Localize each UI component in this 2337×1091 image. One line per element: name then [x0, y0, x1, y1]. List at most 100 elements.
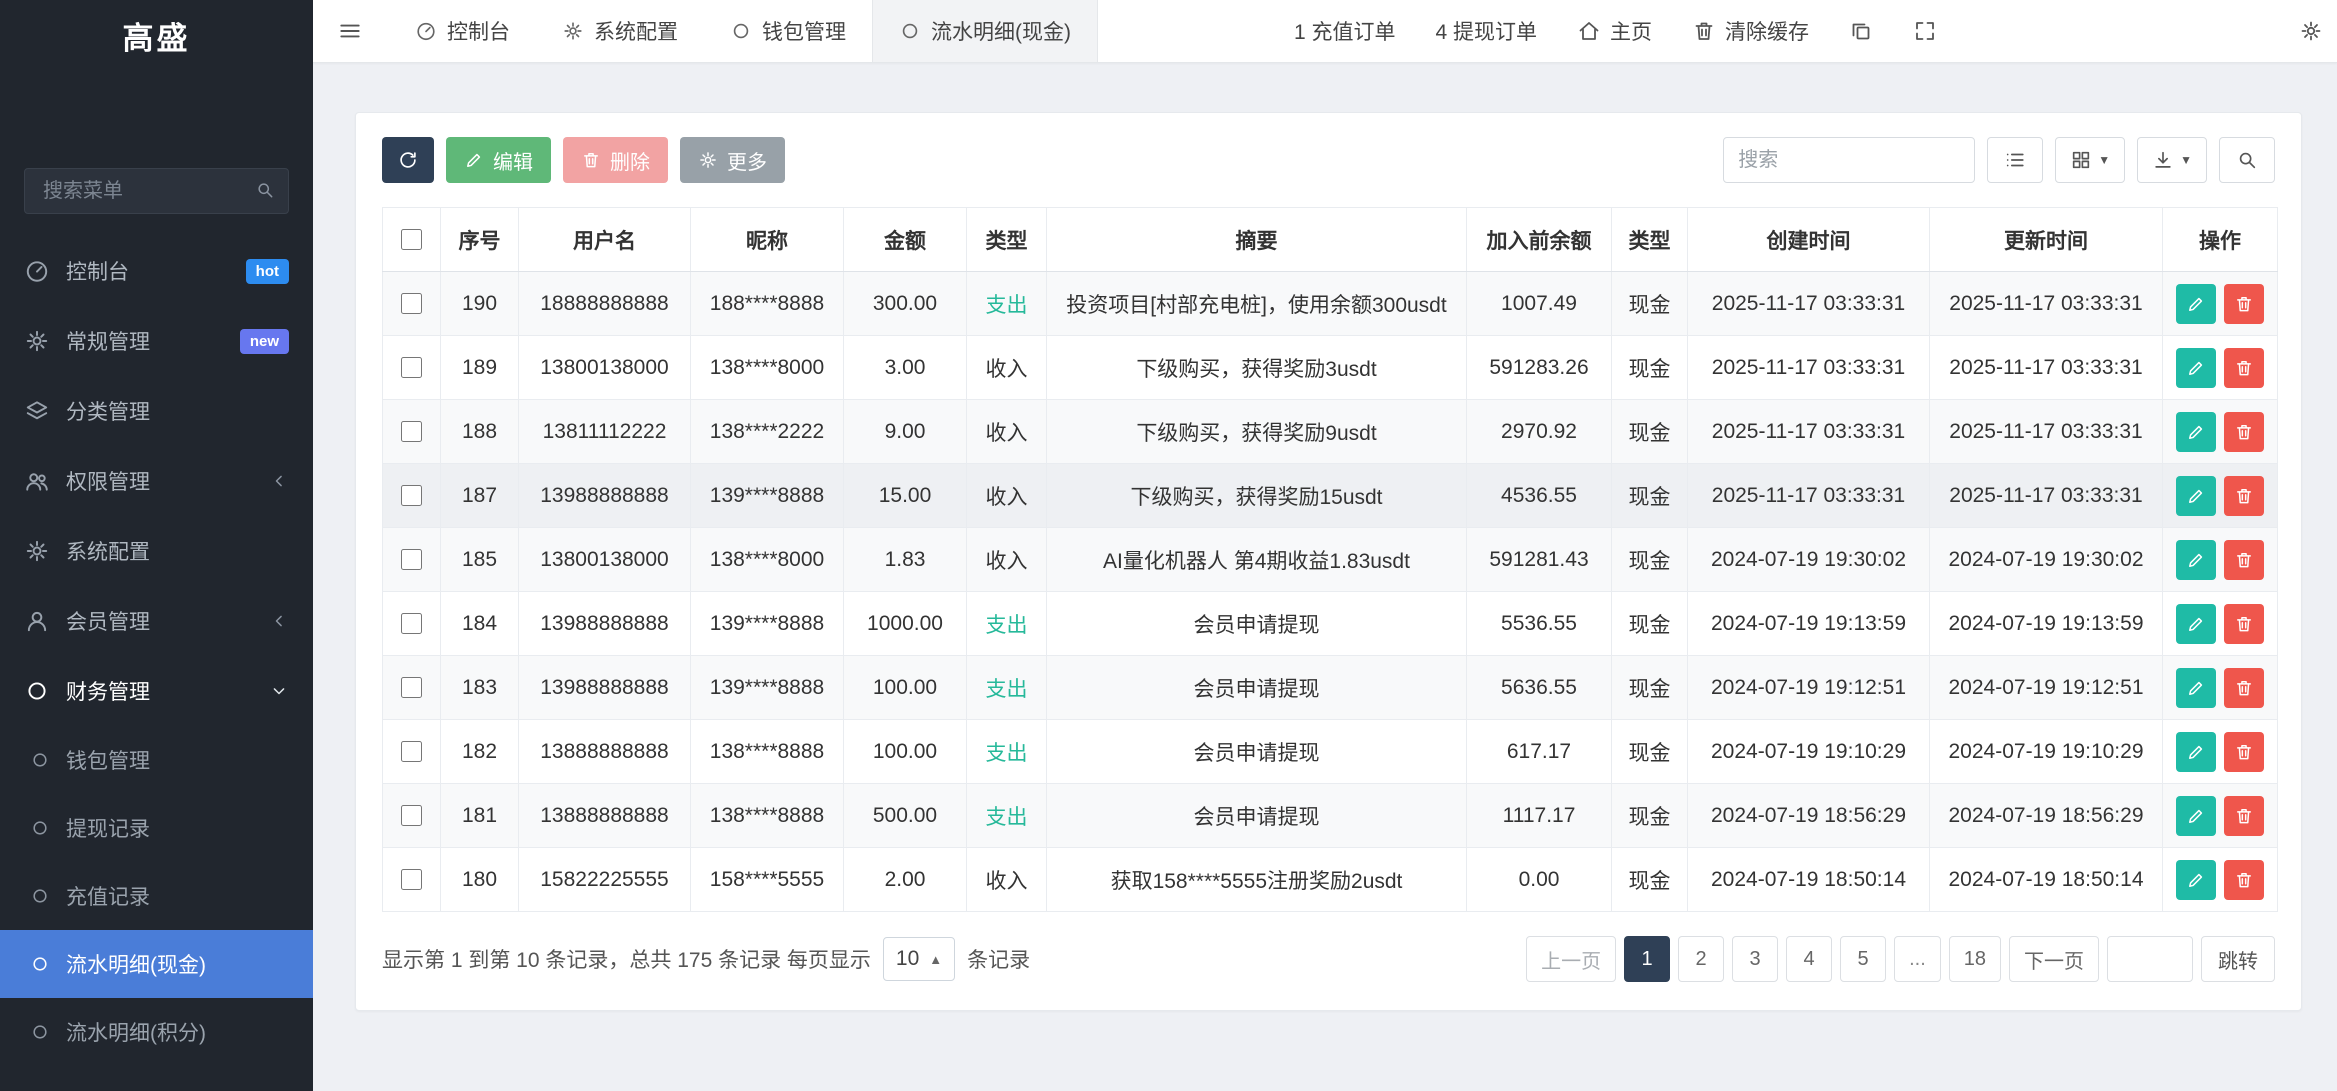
row-delete-button[interactable]	[2224, 860, 2264, 900]
row-edit-button[interactable]	[2176, 412, 2216, 452]
column-header-10[interactable]: 操作	[2163, 208, 2278, 272]
withdraw-orders-button[interactable]: 4 提现订单	[1435, 16, 1537, 46]
table-row-189[interactable]: 18913800138000138****80003.00收入下级购买，获得奖励…	[383, 336, 2278, 400]
prev-page-button[interactable]: 上一页	[1526, 936, 1616, 982]
page-button-4[interactable]: 4	[1786, 936, 1832, 982]
column-header-4[interactable]: 类型	[967, 208, 1047, 272]
sidebar-item-6[interactable]: 财务管理	[0, 656, 313, 726]
row-delete-button[interactable]	[2224, 540, 2264, 580]
sidebar-subitem-2[interactable]: 充值记录	[0, 862, 313, 930]
table-row-188[interactable]: 18813811112222138****22229.00收入下级购买，获得奖励…	[383, 400, 2278, 464]
sidebar-subitem-1[interactable]: 提现记录	[0, 794, 313, 862]
delete-button[interactable]: 删除	[563, 137, 668, 183]
recharge-orders-button[interactable]: 1 充值订单	[1294, 16, 1396, 46]
cell-amount: 15.00	[844, 464, 967, 528]
row-edit-button[interactable]	[2176, 476, 2216, 516]
row-edit-button[interactable]	[2176, 732, 2216, 772]
table-row-182[interactable]: 18213888888888138****8888100.00支出会员申请提现6…	[383, 720, 2278, 784]
row-checkbox[interactable]	[401, 485, 422, 506]
page-button-1[interactable]: 1	[1624, 936, 1670, 982]
column-header-5[interactable]: 摘要	[1047, 208, 1467, 272]
column-header-0[interactable]: 序号	[441, 208, 519, 272]
sidebar-item-3[interactable]: 权限管理	[0, 446, 313, 516]
row-edit-button[interactable]	[2176, 540, 2216, 580]
page-button-5[interactable]: 5	[1840, 936, 1886, 982]
row-edit-button[interactable]	[2176, 604, 2216, 644]
select-all-checkbox[interactable]	[401, 229, 422, 250]
page-button-3[interactable]: 3	[1732, 936, 1778, 982]
column-header-1[interactable]: 用户名	[519, 208, 691, 272]
page-button-2[interactable]: 2	[1678, 936, 1724, 982]
row-edit-button[interactable]	[2176, 668, 2216, 708]
search-button[interactable]	[2219, 137, 2275, 183]
row-checkbox[interactable]	[401, 357, 422, 378]
edit-button[interactable]: 编辑	[446, 137, 551, 183]
row-delete-button[interactable]	[2224, 668, 2264, 708]
column-header-6[interactable]: 加入前余额	[1467, 208, 1612, 272]
sidebar-item-0[interactable]: 控制台hot	[0, 236, 313, 306]
column-header-7[interactable]: 类型	[1612, 208, 1688, 272]
row-delete-button[interactable]	[2224, 732, 2264, 772]
sidebar-item-1[interactable]: 常规管理new	[0, 306, 313, 376]
column-header-3[interactable]: 金额	[844, 208, 967, 272]
home-button[interactable]: 主页	[1577, 16, 1652, 46]
table-row-187[interactable]: 18713988888888139****888815.00收入下级购买，获得奖…	[383, 464, 2278, 528]
table-search-input[interactable]	[1723, 137, 1975, 183]
row-edit-button[interactable]	[2176, 860, 2216, 900]
row-delete-button[interactable]	[2224, 348, 2264, 388]
column-header-8[interactable]: 创建时间	[1688, 208, 1930, 272]
row-checkbox[interactable]	[401, 869, 422, 890]
table-row-181[interactable]: 18113888888888138****8888500.00支出会员申请提现1…	[383, 784, 2278, 848]
search-icon[interactable]	[255, 180, 275, 200]
sidebar-search-input[interactable]	[24, 168, 289, 214]
tab-0[interactable]: 控制台	[389, 0, 536, 62]
row-delete-button[interactable]	[2224, 604, 2264, 644]
row-delete-button[interactable]	[2224, 284, 2264, 324]
row-checkbox[interactable]	[401, 613, 422, 634]
row-checkbox[interactable]	[401, 549, 422, 570]
page-button-18[interactable]: 18	[1949, 936, 2001, 982]
sidebar-subitem-4[interactable]: 流水明细(积分)	[0, 998, 313, 1066]
row-edit-button[interactable]	[2176, 796, 2216, 836]
settings-button[interactable]	[2299, 19, 2323, 43]
column-header-2[interactable]: 昵称	[691, 208, 844, 272]
sidebar-item-4[interactable]: 系统配置	[0, 516, 313, 586]
detail-view-button[interactable]	[1987, 137, 2043, 183]
table-row-180[interactable]: 18015822225555158****55552.00收入获取158****…	[383, 848, 2278, 912]
page-jump-input[interactable]	[2107, 936, 2193, 982]
sidebar-item-2[interactable]: 分类管理	[0, 376, 313, 446]
tab-2[interactable]: 钱包管理	[704, 0, 872, 62]
copy-button[interactable]	[1849, 19, 1873, 43]
row-checkbox[interactable]	[401, 677, 422, 698]
row-checkbox[interactable]	[401, 421, 422, 442]
sidebar-subitem-0[interactable]: 钱包管理	[0, 726, 313, 794]
row-delete-button[interactable]	[2224, 796, 2264, 836]
row-checkbox[interactable]	[401, 805, 422, 826]
sidebar-subitem-3[interactable]: 流水明细(现金)	[0, 930, 313, 998]
gear-icon	[24, 538, 50, 564]
row-checkbox[interactable]	[401, 293, 422, 314]
menu-toggle-button[interactable]	[327, 0, 373, 63]
table-row-183[interactable]: 18313988888888139****8888100.00支出会员申请提现5…	[383, 656, 2278, 720]
row-edit-button[interactable]	[2176, 348, 2216, 388]
table-row-190[interactable]: 19018888888888188****8888300.00支出投资项目[村部…	[383, 272, 2278, 336]
refresh-button[interactable]	[382, 137, 434, 183]
more-button[interactable]: 更多	[680, 137, 785, 183]
page-size-select[interactable]: 10 ▲	[883, 937, 955, 981]
export-button[interactable]: ▼	[2137, 137, 2207, 183]
row-checkbox[interactable]	[401, 741, 422, 762]
clear-cache-button[interactable]: 清除缓存	[1692, 16, 1809, 46]
next-page-button[interactable]: 下一页	[2009, 936, 2099, 982]
fullscreen-button[interactable]	[1913, 19, 1937, 43]
columns-button[interactable]: ▼	[2055, 137, 2125, 183]
row-delete-button[interactable]	[2224, 412, 2264, 452]
tab-1[interactable]: 系统配置	[536, 0, 704, 62]
sidebar-item-5[interactable]: 会员管理	[0, 586, 313, 656]
row-edit-button[interactable]	[2176, 284, 2216, 324]
column-header-9[interactable]: 更新时间	[1930, 208, 2163, 272]
tab-3[interactable]: 流水明细(现金)	[872, 0, 1098, 62]
table-row-185[interactable]: 18513800138000138****80001.83收入AI量化机器人 第…	[383, 528, 2278, 592]
table-row-184[interactable]: 18413988888888139****88881000.00支出会员申请提现…	[383, 592, 2278, 656]
jump-button[interactable]: 跳转	[2201, 936, 2275, 982]
row-delete-button[interactable]	[2224, 476, 2264, 516]
